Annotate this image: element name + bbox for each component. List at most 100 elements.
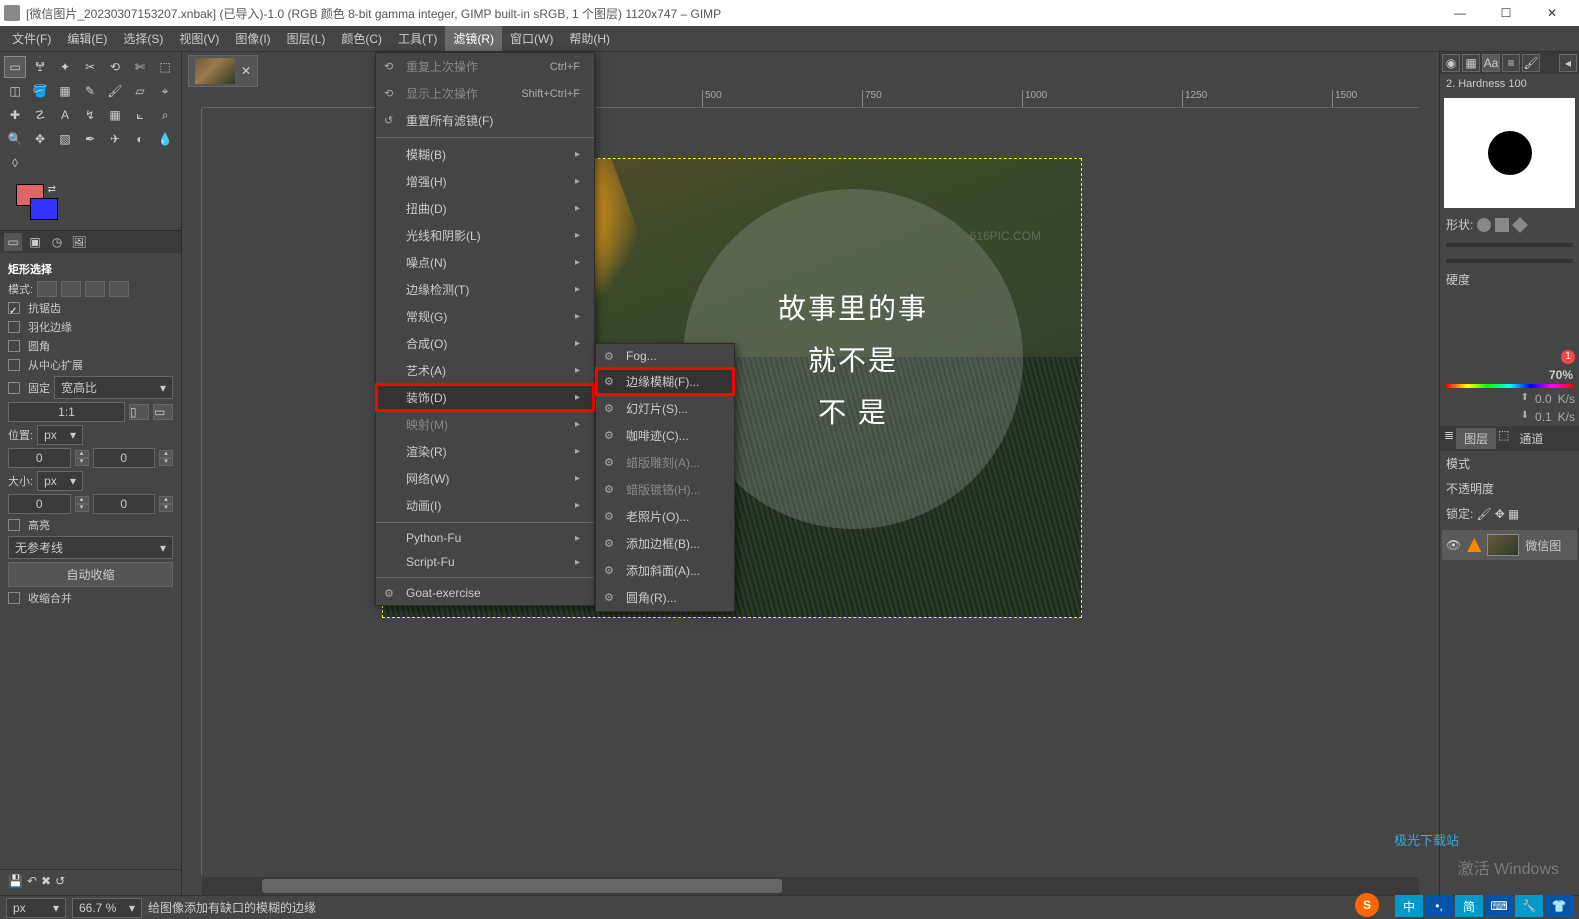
filters-distort[interactable]: 扭曲(D)▸ (376, 195, 594, 222)
size-y[interactable]: 0 (93, 494, 156, 514)
decor-slide[interactable]: ⚙幻灯片(S)... (596, 395, 734, 422)
close-button[interactable]: ✕ (1529, 0, 1575, 26)
filters-enhance[interactable]: 增强(H)▸ (376, 168, 594, 195)
filters-animation[interactable]: 动画(I)▸ (376, 492, 594, 519)
ime-punct[interactable]: •, (1425, 895, 1453, 917)
rtab-patterns[interactable]: ▦ (1462, 54, 1480, 72)
filters-light[interactable]: 光线和阴影(L)▸ (376, 222, 594, 249)
notification-badge[interactable]: 1 (1561, 350, 1575, 364)
tool-fuzzy[interactable]: ✦ (54, 56, 76, 78)
ime-tools-icon[interactable]: 🔧 (1515, 895, 1543, 917)
mode-replace[interactable] (37, 281, 57, 297)
tool-rect-select[interactable]: ▭ (4, 56, 26, 78)
tool-cage[interactable]: ▧ (54, 128, 76, 150)
layer-visibility-icon[interactable]: 👁 (1446, 538, 1461, 552)
filters-pythonfu[interactable]: Python-Fu▸ (376, 526, 594, 550)
filters-artistic[interactable]: 艺术(A)▸ (376, 357, 594, 384)
shape-diamond[interactable] (1512, 217, 1528, 233)
ime-lang[interactable]: 中 (1395, 895, 1423, 917)
tool-scissors[interactable]: ✄ (129, 56, 151, 78)
rtab-menu-icon[interactable]: ◂ (1559, 54, 1577, 72)
filters-scriptfu[interactable]: Script-Fu▸ (376, 550, 594, 574)
expand-center-checkbox[interactable] (8, 359, 20, 371)
filters-generic[interactable]: 常规(G)▸ (376, 303, 594, 330)
rtab-fonts[interactable]: Aa (1482, 54, 1500, 72)
minimize-button[interactable]: — (1437, 0, 1483, 26)
maximize-button[interactable]: ☐ (1483, 0, 1529, 26)
tool-airbrush[interactable]: ✈ (104, 128, 126, 150)
hscroll-thumb[interactable] (262, 879, 782, 893)
tool-ink[interactable]: ✒ (79, 128, 101, 150)
brush-preview[interactable] (1444, 98, 1575, 208)
mode-intersect[interactable] (109, 281, 129, 297)
ruler-vertical[interactable] (182, 108, 202, 875)
tool-zoom[interactable]: 🔍 (4, 128, 26, 150)
menu-view[interactable]: 视图(V) (171, 26, 227, 51)
tool-blur[interactable]: 💧 (154, 128, 176, 150)
filters-repeat[interactable]: ⟲重复上次操作Ctrl+F (376, 53, 594, 80)
menu-filters[interactable]: 滤镜(R) (445, 26, 502, 51)
tool-align[interactable]: ▦ (104, 104, 126, 126)
ime-skin-icon[interactable]: 👕 (1545, 895, 1573, 917)
tool-heal[interactable]: ✚ (4, 104, 26, 126)
highlight-checkbox[interactable] (8, 519, 20, 531)
ratio-landscape[interactable]: ▭ (153, 404, 173, 420)
tool-smudge[interactable]: ☡ (29, 104, 51, 126)
doc-tab-close-icon[interactable]: ✕ (241, 64, 251, 78)
rtab-brushes[interactable]: ◉ (1442, 54, 1460, 72)
swap-colors-icon[interactable]: ⇄ (48, 184, 56, 195)
menu-select[interactable]: 选择(S) (115, 26, 171, 51)
tool-clone[interactable]: ⌖ (154, 80, 176, 102)
layer-name[interactable]: 微信图 (1525, 537, 1561, 554)
size-x[interactable]: 0 (8, 494, 71, 514)
tool-perspective[interactable]: ◊ (4, 152, 26, 174)
menu-image[interactable]: 图像(I) (227, 26, 278, 51)
filters-noise[interactable]: 噪点(N)▸ (376, 249, 594, 276)
tab-devices[interactable]: ▣ (26, 233, 44, 251)
save-options-icon[interactable]: 💾 (8, 874, 23, 888)
pos-x[interactable]: 0 (8, 448, 71, 468)
tool-freeselect[interactable]: ꖡ (29, 56, 51, 78)
decor-coffee[interactable]: ⚙咖啡迹(C)... (596, 422, 734, 449)
tool-warp[interactable]: ◫ (4, 80, 26, 102)
layers-tab-icon[interactable]: ≣ (1444, 428, 1454, 449)
ime-simplified[interactable]: 简 (1455, 895, 1483, 917)
tool-path[interactable]: ↯ (79, 104, 101, 126)
hue-strip[interactable] (1446, 384, 1573, 388)
menu-help[interactable]: 帮助(H) (561, 26, 618, 51)
status-unit[interactable]: px▾ (6, 898, 66, 918)
rtab-history[interactable]: ≡ (1502, 54, 1520, 72)
brush-slider-2[interactable] (1440, 253, 1579, 269)
sogou-ime-icon[interactable]: S (1355, 893, 1379, 917)
menu-tools[interactable]: 工具(T) (390, 26, 445, 51)
fixed-dropdown[interactable]: 宽高比▾ (54, 376, 173, 399)
menu-color[interactable]: 颜色(C) (333, 26, 390, 51)
ratio-portrait[interactable]: ▯ (129, 404, 149, 420)
filters-combine[interactable]: 合成(O)▸ (376, 330, 594, 357)
status-zoom[interactable]: 66.7 %▾ (72, 898, 142, 918)
channels-tab-icon[interactable]: ⬚ (1498, 428, 1509, 449)
tool-brush[interactable]: 🖌 (104, 80, 126, 102)
tab-tool-options[interactable]: ▭ (4, 233, 22, 251)
filters-web[interactable]: 网络(W)▸ (376, 465, 594, 492)
shape-square[interactable] (1495, 218, 1509, 232)
decor-round-corners[interactable]: ⚙圆角(R)... (596, 584, 734, 611)
lock-pixels-icon[interactable]: 🖌 (1476, 507, 1491, 521)
delete-options-icon[interactable]: ✖ (41, 874, 51, 888)
mode-add[interactable] (61, 281, 81, 297)
canvas-hscrollbar[interactable] (202, 877, 1419, 895)
decor-fog[interactable]: ⚙Fog... (596, 344, 734, 368)
filters-edge[interactable]: 边缘检测(T)▸ (376, 276, 594, 303)
pos-y[interactable]: 0 (93, 448, 156, 468)
filters-reshow[interactable]: ⟲显示上次操作Shift+Ctrl+F (376, 80, 594, 107)
layer-row[interactable]: 👁 微信图 (1442, 530, 1577, 560)
size-unit[interactable]: px▾ (37, 471, 83, 491)
filters-decor[interactable]: 装饰(D)▸ (376, 384, 594, 411)
tool-dodge[interactable]: ◐ (129, 128, 151, 150)
tool-eraser[interactable]: ▱ (129, 80, 151, 102)
tool-measure[interactable]: ⟀ (129, 104, 151, 126)
rtab-paint[interactable]: 🖌 (1522, 54, 1540, 72)
decor-fuzzy-border[interactable]: ⚙边缘模糊(F)... (596, 368, 734, 395)
document-tab[interactable]: ✕ (188, 55, 258, 87)
channels-tab[interactable]: 通道 (1511, 428, 1551, 449)
